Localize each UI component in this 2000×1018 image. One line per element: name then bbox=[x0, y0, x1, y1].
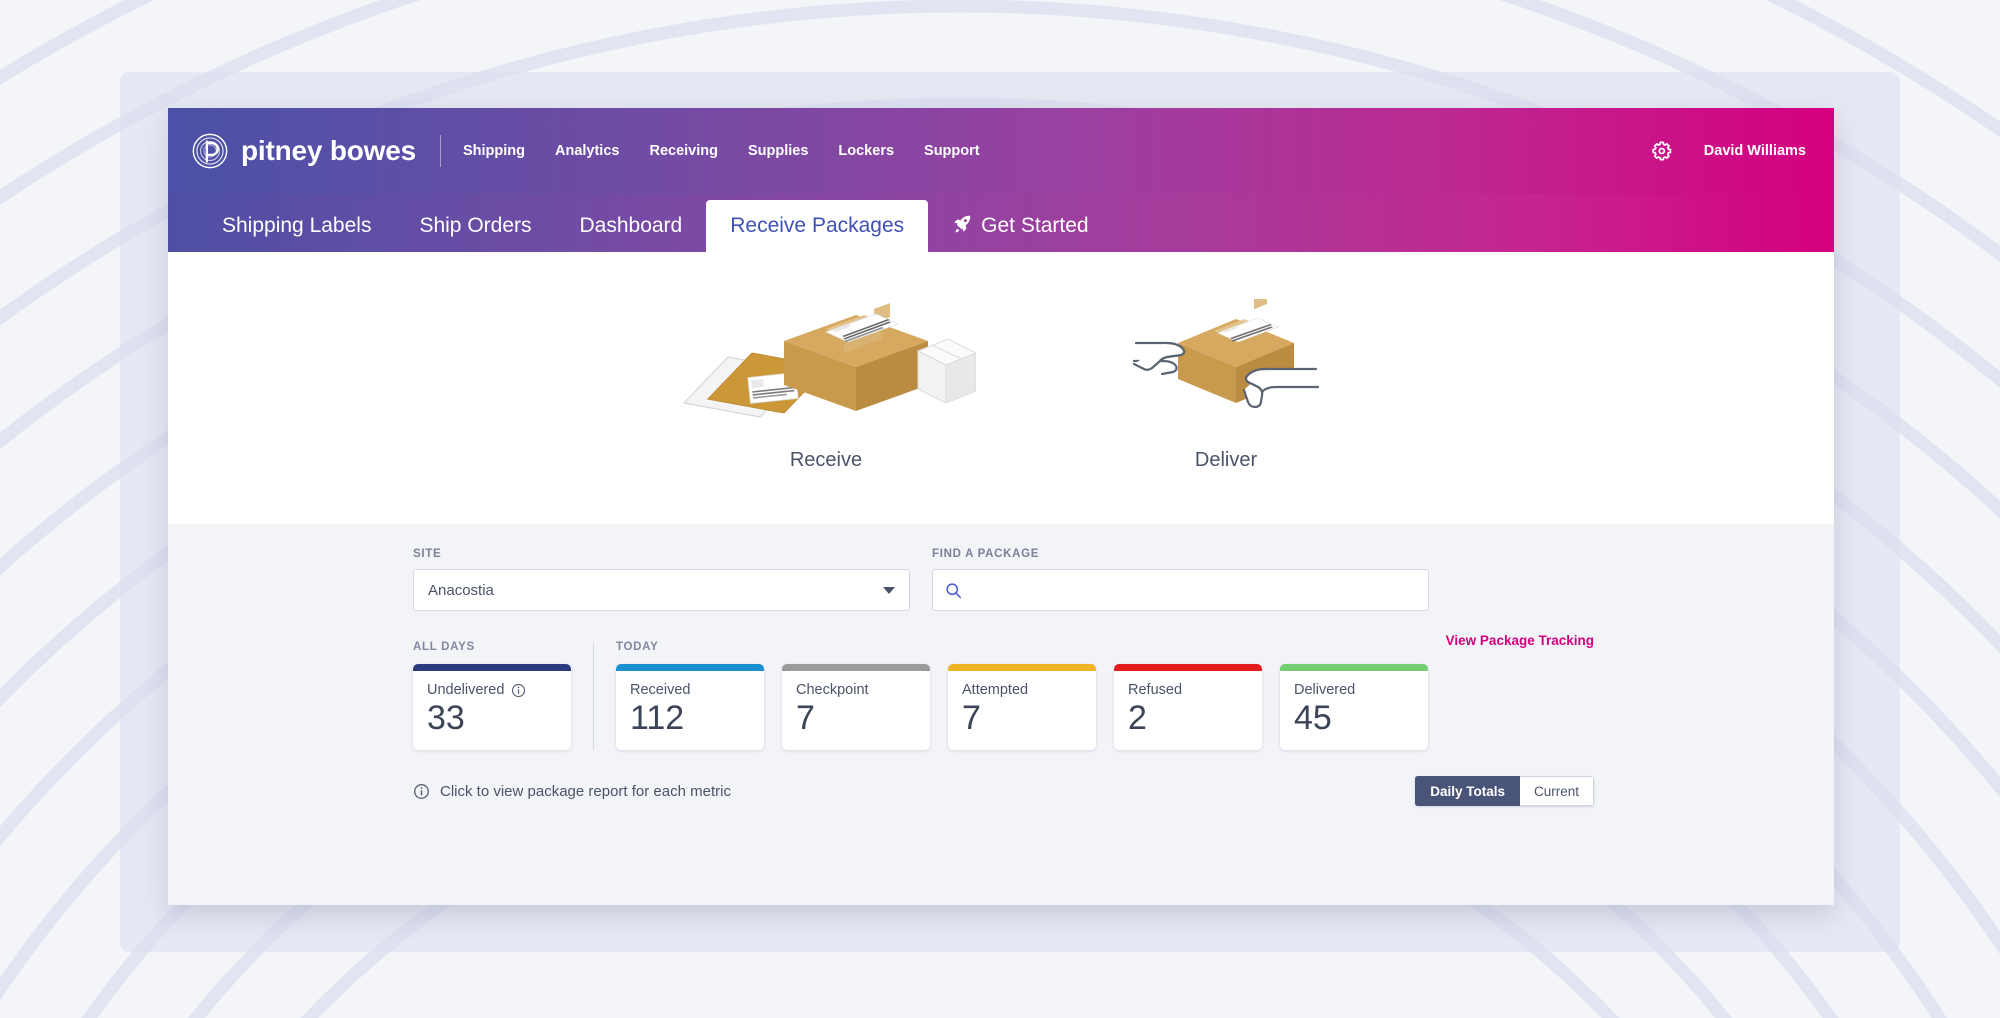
toggle-label: Current bbox=[1533, 783, 1579, 799]
brand-name: pitney bowes bbox=[241, 135, 416, 166]
brand-bar: pitney bowes Shipping Analytics Receivin… bbox=[168, 108, 1834, 194]
site-label: SITE bbox=[413, 548, 442, 560]
metric-hint: Click to view package report for each me… bbox=[413, 783, 731, 800]
utility-nav-item-analytics[interactable]: Analytics bbox=[555, 143, 619, 159]
metric-name-row: Checkpoint bbox=[796, 682, 916, 698]
metric-value: 33 bbox=[427, 699, 465, 737]
metric-card-received[interactable]: Received 112 bbox=[616, 664, 764, 751]
find-package-label: FIND A PACKAGE bbox=[932, 548, 1040, 560]
hero-action-label: Receive bbox=[789, 448, 863, 471]
utility-nav-item-supplies[interactable]: Supplies bbox=[748, 143, 808, 159]
gear-icon[interactable] bbox=[1652, 140, 1674, 162]
utility-nav-item-support[interactable]: Support bbox=[924, 143, 980, 159]
metric-name-row: Received bbox=[630, 682, 750, 698]
metric-value: 7 bbox=[796, 699, 815, 737]
utility-nav-item-shipping[interactable]: Shipping bbox=[463, 143, 525, 159]
app-window: pitney bowes Shipping Analytics Receivin… bbox=[168, 108, 1834, 905]
panel-footer: Click to view package report for each me… bbox=[168, 776, 1834, 807]
metric-body: Delivered 45 bbox=[1280, 671, 1428, 750]
metric-card-refused[interactable]: Refused 2 bbox=[1114, 664, 1262, 751]
today-cards: Received 112 Checkpoint 7 Attempted 7 Re… bbox=[616, 664, 1594, 751]
metric-name-row: Undelivered bbox=[427, 682, 557, 698]
metric-body: Undelivered 33 bbox=[413, 671, 571, 750]
hands-handing-box-illustration-icon bbox=[1132, 298, 1320, 408]
all-days-cards: Undelivered 33 bbox=[413, 664, 571, 751]
tab-get-started[interactable]: Get Started bbox=[928, 200, 1112, 252]
metric-card-attempted[interactable]: Attempted 7 bbox=[948, 664, 1096, 751]
metrics-divider bbox=[593, 643, 594, 751]
metric-card-delivered[interactable]: Delivered 45 bbox=[1280, 664, 1428, 751]
tab-label: Receive Packages bbox=[730, 214, 905, 237]
tab-label: Dashboard bbox=[579, 214, 683, 237]
metric-label: Attempted bbox=[962, 682, 1029, 698]
toggle-label: Daily Totals bbox=[1430, 783, 1505, 799]
rocket-icon bbox=[952, 213, 973, 240]
toggle-daily-totals[interactable]: Daily Totals bbox=[1415, 776, 1520, 807]
filters-row: SITE Anacostia FIND A PACKAGE bbox=[168, 548, 1834, 611]
tab-label: Get Started bbox=[981, 214, 1089, 237]
metrics-row: ALL DAYS Undelivered 33 TODAY Received 1… bbox=[413, 641, 1594, 751]
hero-action-receive[interactable]: Receive bbox=[676, 299, 976, 472]
receive-panel: SITE Anacostia FIND A PACKAGE View Packa… bbox=[168, 524, 1834, 905]
metric-body: Checkpoint 7 bbox=[782, 671, 930, 750]
metric-card-checkpoint[interactable]: Checkpoint 7 bbox=[782, 664, 930, 751]
metric-label: Refused bbox=[1128, 682, 1183, 698]
brand-divider bbox=[439, 135, 441, 167]
find-package-search-box[interactable] bbox=[932, 569, 1429, 611]
hero-action-deliver[interactable]: Deliver bbox=[1126, 298, 1326, 472]
metric-body: Refused 2 bbox=[1114, 671, 1262, 750]
metric-label: Received bbox=[630, 682, 691, 698]
metric-label: Checkpoint bbox=[796, 682, 869, 698]
metric-body: Received 112 bbox=[616, 671, 764, 750]
metric-name-row: Attempted bbox=[962, 682, 1082, 698]
metric-card-undelivered[interactable]: Undelivered 33 bbox=[413, 664, 571, 751]
utility-nav-item-receiving[interactable]: Receiving bbox=[649, 143, 718, 159]
view-package-tracking-link[interactable]: View Package Tracking bbox=[1446, 633, 1594, 648]
primary-tab-bar: Shipping Labels Ship Orders Dashboard Re… bbox=[168, 194, 1834, 252]
metric-hint-text: Click to view package report for each me… bbox=[440, 782, 731, 800]
utility-nav: Shipping Analytics Receiving Supplies Lo… bbox=[463, 143, 980, 159]
search-icon bbox=[946, 582, 962, 598]
site-field-group: SITE Anacostia bbox=[413, 548, 910, 611]
pitney-bowes-circular-logo-icon bbox=[192, 133, 228, 169]
metrics-section: View Package Tracking ALL DAYS Undeliver… bbox=[168, 633, 1834, 751]
find-package-field-group: FIND A PACKAGE bbox=[932, 548, 1429, 611]
metric-value: 2 bbox=[1128, 699, 1147, 737]
metric-name-row: Delivered bbox=[1294, 682, 1414, 698]
metric-body: Attempted 7 bbox=[948, 671, 1096, 750]
hero-actions: Receive Deliver bbox=[168, 252, 1834, 524]
chevron-down-icon bbox=[883, 586, 895, 594]
tab-receive-packages[interactable]: Receive Packages bbox=[706, 200, 929, 252]
find-package-input[interactable] bbox=[971, 581, 1416, 599]
site-select[interactable]: Anacostia bbox=[413, 569, 910, 611]
info-icon bbox=[414, 783, 429, 799]
all-days-group: ALL DAYS Undelivered 33 bbox=[413, 641, 571, 751]
hero-action-label: Deliver bbox=[1194, 448, 1258, 471]
metric-value: 45 bbox=[1294, 699, 1332, 737]
packages-illustration-icon bbox=[682, 302, 976, 418]
today-group: TODAY Received 112 Checkpoint 7 Attempte… bbox=[616, 641, 1594, 751]
brand-logo[interactable]: pitney bowes bbox=[192, 133, 416, 169]
user-name[interactable]: David Williams bbox=[1704, 143, 1806, 159]
info-icon[interactable] bbox=[511, 683, 526, 698]
metric-value: 112 bbox=[630, 699, 685, 737]
tab-label: Ship Orders bbox=[419, 214, 532, 237]
tab-label: Shipping Labels bbox=[222, 214, 372, 237]
all-days-caption: ALL DAYS bbox=[413, 641, 475, 653]
tab-dashboard[interactable]: Dashboard bbox=[556, 200, 707, 252]
metric-label: Delivered bbox=[1294, 682, 1356, 698]
utility-nav-item-lockers[interactable]: Lockers bbox=[838, 143, 894, 159]
tab-ship-orders[interactable]: Ship Orders bbox=[395, 200, 555, 252]
toggle-current[interactable]: Current bbox=[1519, 776, 1594, 807]
metric-name-row: Refused bbox=[1128, 682, 1248, 698]
totals-toggle-group: Daily Totals Current bbox=[1415, 776, 1594, 807]
site-select-value: Anacostia bbox=[428, 581, 494, 599]
brand-bar-right: David Williams bbox=[1652, 140, 1806, 162]
metric-value: 7 bbox=[962, 699, 981, 737]
tab-shipping-labels[interactable]: Shipping Labels bbox=[198, 200, 395, 252]
metric-label: Undelivered bbox=[427, 682, 505, 698]
